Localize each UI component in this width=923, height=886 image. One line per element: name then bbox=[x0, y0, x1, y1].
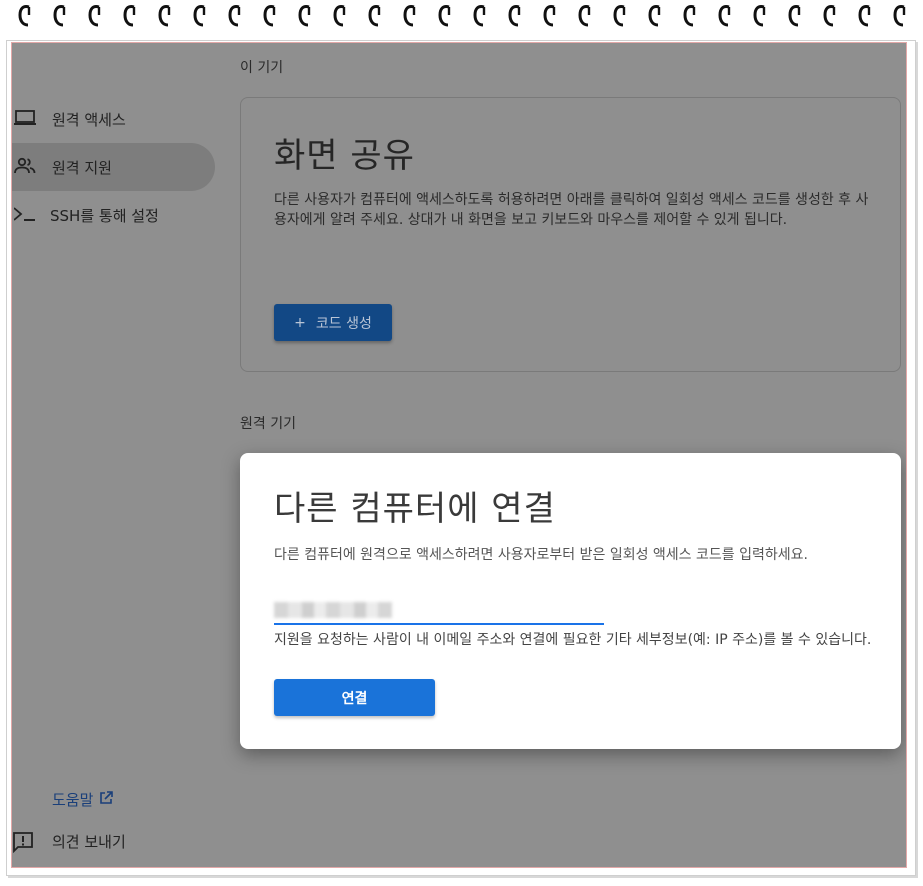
spiral-ring bbox=[368, 4, 382, 28]
sidebar-item-ssh[interactable]: SSH를 통해 설정 bbox=[12, 191, 215, 239]
connect-button[interactable]: 연결 bbox=[274, 679, 435, 716]
card-description: 다른 사용자가 컴퓨터에 액세스하도록 허용하려면 아래를 클릭하여 일회성 액… bbox=[274, 192, 869, 228]
spiral-ring bbox=[158, 4, 172, 28]
terminal-icon bbox=[13, 203, 36, 225]
external-link-icon bbox=[99, 790, 114, 809]
spiral-ring bbox=[543, 4, 557, 28]
access-code-input[interactable] bbox=[274, 599, 604, 625]
screen-share-card: 화면 공유 다른 사용자가 컴퓨터에 액세스하도록 허용하려면 아래를 클릭하여… bbox=[240, 97, 901, 372]
spiral-ring bbox=[53, 4, 67, 28]
generate-code-button[interactable]: + 코드 생성 bbox=[274, 304, 392, 341]
dialog-description: 다른 컴퓨터에 원격으로 액세스하려면 사용자로부터 받은 일회성 액세스 코드… bbox=[274, 547, 808, 563]
generate-code-label: 코드 생성 bbox=[315, 315, 372, 332]
spiral-ring bbox=[438, 4, 452, 28]
connect-dialog: 다른 컴퓨터에 연결 다른 컴퓨터에 원격으로 액세스하려면 사용자로부터 받은… bbox=[240, 453, 901, 749]
spiral-ring bbox=[123, 4, 137, 28]
spiral-ring bbox=[403, 4, 417, 28]
spiral-ring bbox=[18, 4, 32, 28]
privacy-note: 지원을 요청하는 사람이 내 이메일 주소와 연결에 필요한 기타 세부정보(예… bbox=[274, 632, 872, 648]
spiral-ring bbox=[333, 4, 347, 28]
dialog-title: 다른 컴퓨터에 연결 bbox=[274, 489, 556, 529]
help-link[interactable]: 도움말 bbox=[52, 789, 114, 810]
redacted-code bbox=[274, 602, 392, 618]
spiral-ring bbox=[88, 4, 102, 28]
help-label: 도움말 bbox=[52, 791, 94, 809]
plus-icon: + bbox=[294, 314, 306, 331]
spiral-ring bbox=[753, 4, 767, 28]
spiral-ring bbox=[508, 4, 522, 28]
spiral-ring bbox=[823, 4, 837, 28]
people-icon bbox=[14, 155, 36, 177]
spiral-ring bbox=[683, 4, 697, 28]
spiral-ring bbox=[718, 4, 732, 28]
spiral-ring bbox=[228, 4, 242, 28]
spiral-ring bbox=[648, 4, 662, 28]
feedback-label: 의견 보내기 bbox=[52, 833, 126, 851]
spiral-ring bbox=[578, 4, 592, 28]
sidebar-item-label: 원격 지원 bbox=[52, 159, 112, 177]
sidebar-item-remote-access[interactable]: 원격 액세스 bbox=[12, 95, 215, 143]
spiral-ring bbox=[788, 4, 802, 28]
sidebar-item-label: 원격 액세스 bbox=[52, 111, 126, 129]
spiral-ring bbox=[193, 4, 207, 28]
spiral-ring bbox=[298, 4, 312, 28]
sidebar-item-label: SSH를 통해 설정 bbox=[50, 207, 159, 225]
feedback-icon bbox=[12, 831, 34, 857]
spiral-ring bbox=[473, 4, 487, 28]
app-window: 원격 액세스 원격 지원 SSH를 통해 설정 도움말 의견 보내기 이 기기 … bbox=[11, 42, 907, 868]
spiral-ring bbox=[613, 4, 627, 28]
section-label-remote-device: 원격 기기 bbox=[240, 416, 296, 432]
laptop-icon bbox=[14, 107, 36, 129]
spiral-ring bbox=[858, 4, 872, 28]
sidebar-item-remote-support[interactable]: 원격 지원 bbox=[12, 143, 215, 191]
spiral-binding bbox=[0, 0, 923, 40]
section-label-this-device: 이 기기 bbox=[240, 60, 284, 76]
card-title: 화면 공유 bbox=[274, 136, 415, 176]
feedback-button[interactable]: 의견 보내기 bbox=[12, 829, 212, 854]
spiral-ring bbox=[893, 4, 907, 28]
spiral-ring bbox=[263, 4, 277, 28]
